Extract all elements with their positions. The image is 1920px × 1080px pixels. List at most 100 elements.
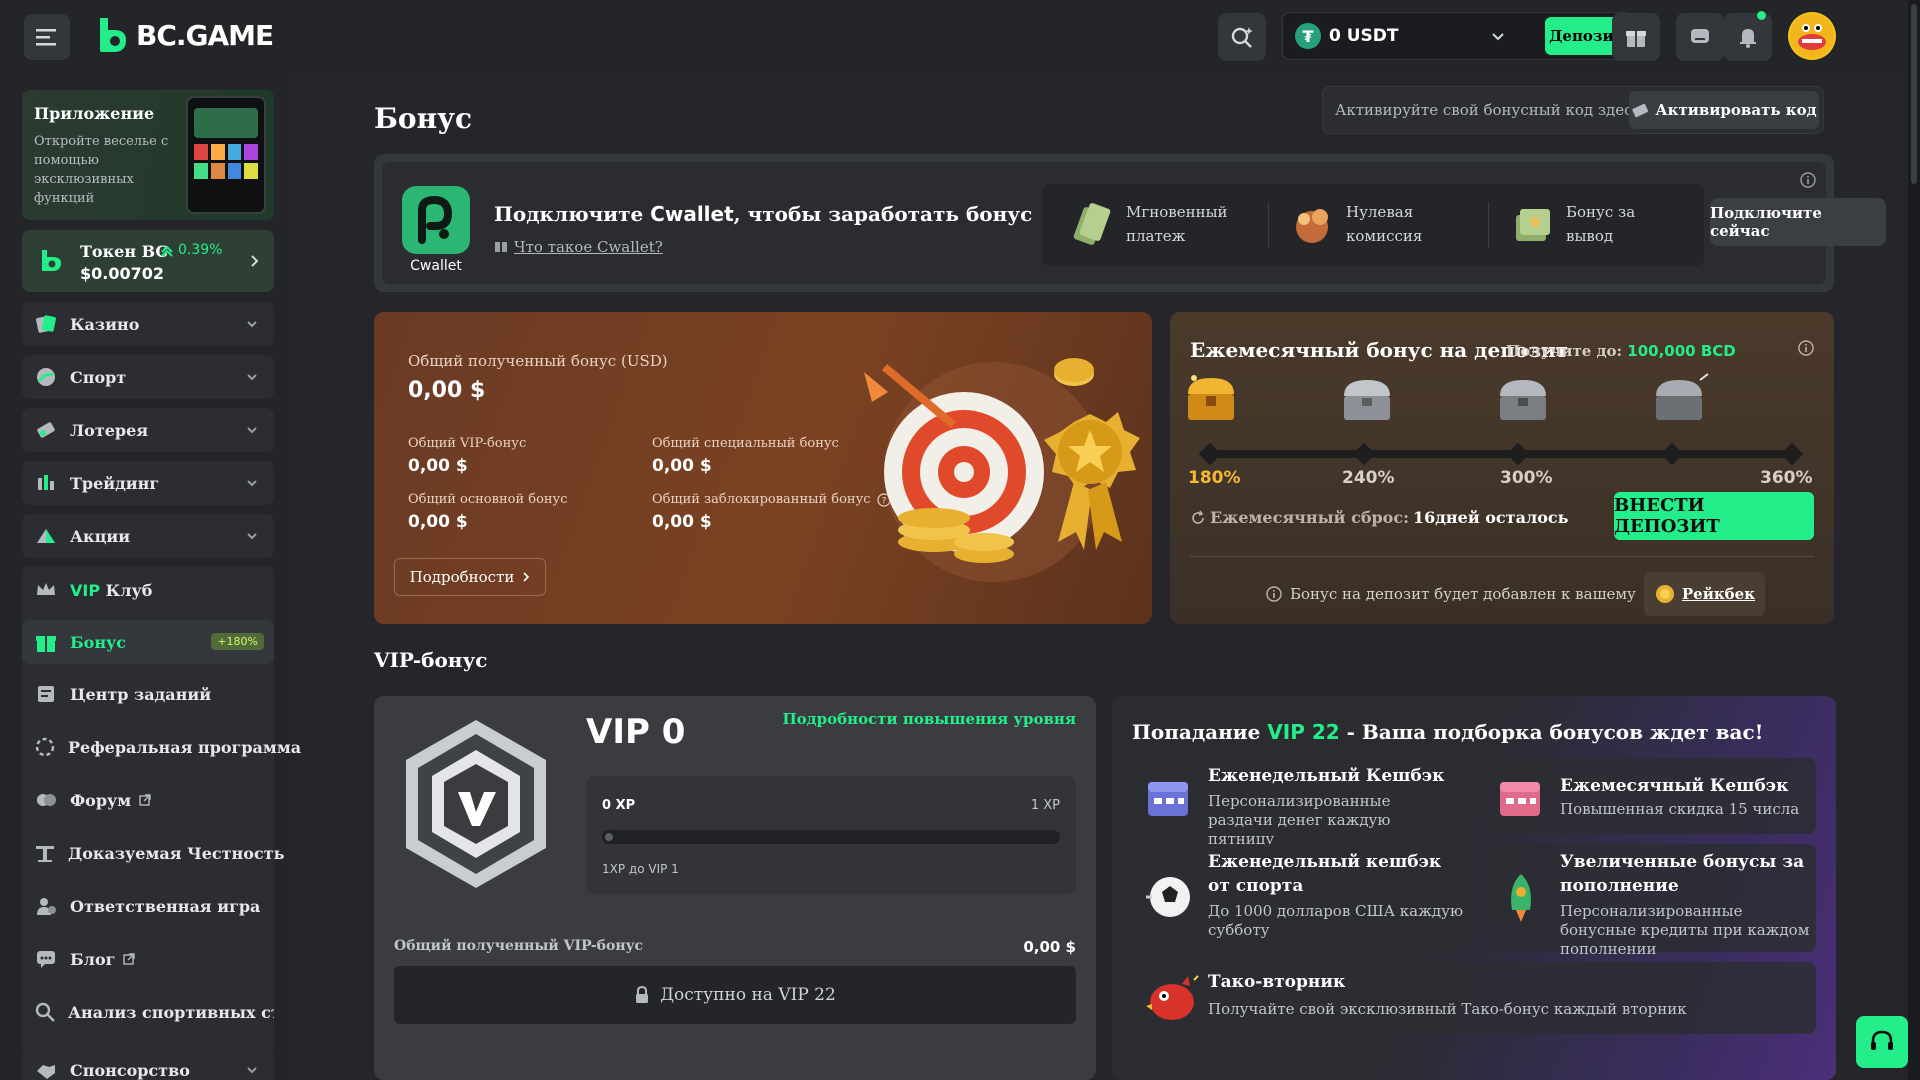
info-icon[interactable] [1800,172,1816,188]
sidebar-item-lottery[interactable]: Лотерея [22,408,274,452]
notifications-button[interactable] [1724,11,1772,61]
sidebar-item-sports-analysis[interactable]: Анализ спортивных ставо [22,990,274,1034]
sidebar-item-vip-club[interactable]: VIP Клуб [22,568,274,612]
total-bonus-label: Общий полученный бонус (USD) [408,352,668,370]
usdt-icon: ₮ [1295,23,1321,49]
total-bonus-card: Общий полученный бонус (USD) 0,00 $ Общи… [374,312,1152,624]
menu-toggle-button[interactable] [24,14,70,60]
activate-code-label: Активировать код [1655,101,1817,119]
xp-progress-bar [602,830,1060,844]
perk-desc: Получайте свой эксклюзивный Тако-бонус к… [1208,1000,1687,1018]
feature-line1: Мгновенный [1126,203,1228,221]
forum-label: Форум [70,790,132,810]
perks-head-vip: VIP 22 [1267,720,1340,744]
cwallet-logo-icon [402,186,470,254]
perk-title: Ежемесячный Кешбэк [1560,776,1789,796]
sponsor-label: Спонсорство [70,1060,190,1080]
calendar-icon [1142,770,1196,824]
sidebar-item-casino[interactable]: Казино [22,302,274,346]
avatar[interactable] [1788,12,1836,60]
sidebar-item-blog[interactable]: Блог [22,937,274,981]
refresh-icon [1192,510,1204,524]
sidebar-item-referral[interactable]: Реферальная программа [22,725,301,769]
sidebar-item-label: Спорт [70,367,127,387]
chevron-down-icon [247,374,257,381]
tier-track [1210,450,1792,458]
info-icon[interactable] [1798,340,1814,356]
sidebar-item-sport[interactable]: Спорт [22,355,274,399]
rakeback-note: Бонус на депозит будет добавлен к вашему [1290,585,1636,603]
ticket-icon [1632,103,1649,118]
rakeback-label: Рейкбек [1681,585,1756,603]
coin-pile-icon [1296,209,1328,243]
chest-diamond-icon [1648,372,1709,420]
vip-section-title: VIP-бонус [374,648,488,672]
chest-silver-icon [1338,372,1394,420]
forum-icon [34,788,58,812]
level-up-details-link[interactable]: Подробности повышения уровня [782,710,1076,728]
locked-vip-button[interactable]: Доступно на VIP 22 [394,966,1076,1024]
chat-button[interactable] [1676,13,1724,61]
chat-icon [1691,29,1709,43]
search-button[interactable] [1218,13,1266,61]
external-link-icon [139,794,151,806]
feature-line1: Бонус за [1566,203,1636,221]
tier-label: 360% [1760,468,1813,488]
money-icon [1073,203,1111,245]
xp-from: 0 XP [602,798,636,813]
divider [1488,202,1489,248]
perk-sports-cashback: Еженедельный кешбэк от спорта До 1000 до… [1132,844,1470,952]
get-up-to-label: Получите до: [1506,342,1623,360]
tier-marker [1198,442,1222,466]
page-scrollbar[interactable] [1908,0,1920,1080]
bonus-label: Бонус [70,632,127,652]
details-button[interactable]: Подробности [394,558,546,596]
chevron-down-icon [247,480,257,487]
sidebar-group-main: VIP Клуб Бонус +180% Центр заданий Рефер… [22,566,301,1054]
gift-button[interactable] [1612,13,1660,61]
support-chat-button[interactable] [1856,1016,1908,1068]
referral-label: Реферальная программа [68,737,302,757]
external-link-icon [123,953,136,965]
app-card-desc: Откройте веселье с помощью эксклюзивных … [34,134,169,206]
tier-label: 180% [1188,468,1241,488]
scrollbar-thumb[interactable] [1911,4,1917,184]
app-card-title: Приложение [34,104,155,123]
vip-card: VIP 0 Подробности повышения уровня 0 XP … [374,696,1096,1080]
activate-code-button[interactable]: Активировать код [1629,91,1819,129]
blog-icon [34,947,58,971]
locked-bonus-label: Общий заблокированный бонус [652,492,871,507]
sidebar-item-provably-fair[interactable]: Доказуемая Честность [22,831,284,875]
rakeback-link[interactable]: Рейкбек [1643,572,1766,616]
vip-club-label: Клуб [105,580,153,600]
sidebar-item-sponsorship[interactable]: Спонсорство [22,1048,274,1080]
app-promo-card[interactable]: Приложение Откройте веселье с помощью эк… [22,90,274,220]
sidebar-item-promotions[interactable]: Акции [22,514,274,558]
trading-icon [34,471,58,495]
chevron-down-icon[interactable] [1491,30,1505,44]
chevron-right-icon [523,572,530,582]
fair-label: Доказуемая Честность [68,843,285,863]
chevron-down-icon [247,427,257,434]
brand-logo[interactable]: BC.GAME [94,16,274,54]
sidebar-item-forum[interactable]: Форум [22,778,274,822]
feature-withdraw-bonus: Бонус за вывод [1510,188,1730,260]
sidebar-item-task-center[interactable]: Центр заданий [22,672,274,716]
bc-token-card[interactable]: Токен BC 0.39% $0.00702 [22,230,274,292]
wallet-balance[interactable]: ₮ 0 USDT Депозит [1282,12,1632,60]
what-is-cwallet-link[interactable]: Что такое Cwallet? [494,238,663,256]
headset-icon [1871,1030,1893,1050]
sidebar-item-trading[interactable]: Трейдинг [22,461,274,505]
sidebar-item-responsible-gaming[interactable]: Ответственная игра [22,884,274,928]
perk-desc: До 1000 долларов США каждую субботу [1208,902,1464,939]
sidebar-item-bonus[interactable]: Бонус +180% [22,620,274,664]
token-name: Токен BC [80,242,169,261]
soccer-ball-icon [1142,870,1196,924]
vip-bonus-value: 0,00 $ [408,456,468,476]
vip-total-value: 0,00 $ [1023,938,1076,956]
make-deposit-button[interactable]: ВНЕСТИ ДЕПОЗИТ [1614,492,1814,540]
connect-now-button[interactable]: Подключите сейчас [1710,198,1886,246]
logo-text: BC.GAME [136,18,274,52]
tier-label: 240% [1342,468,1395,488]
special-bonus-label: Общий специальный бонус [652,436,839,451]
